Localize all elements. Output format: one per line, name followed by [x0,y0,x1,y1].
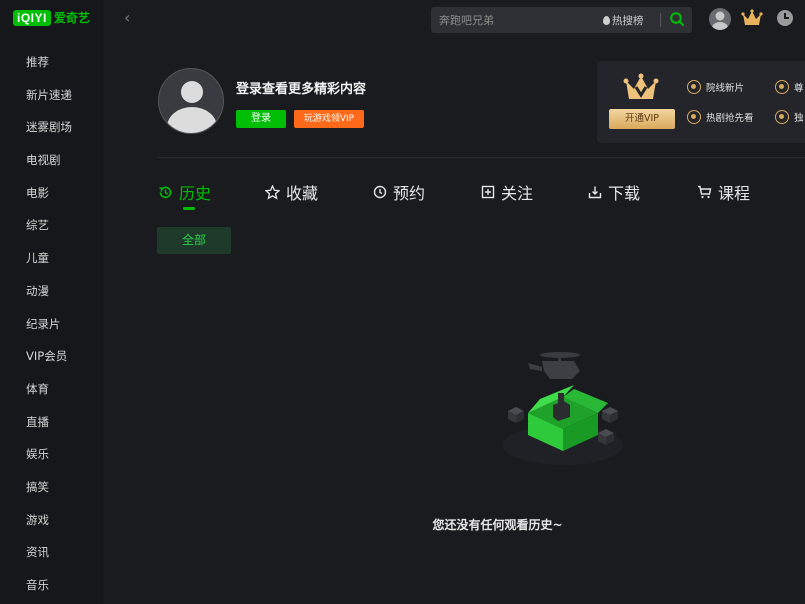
sidebar-item-news[interactable]: 资讯 [0,536,103,569]
login-prompt: 登录查看更多精彩内容 [236,82,367,97]
sidebar-item-mist-theater[interactable]: 迷雾剧场 [0,111,103,144]
exclusive-icon [775,110,789,124]
history-clock-icon[interactable] [777,10,793,26]
sidebar-item-sports[interactable]: 体育 [0,373,103,406]
sidebar-item-music[interactable]: 音乐 [0,569,103,602]
back-arrow-icon[interactable]: ‹ [124,8,130,27]
history-icon [159,186,172,198]
follow-icon [481,185,495,199]
search-divider [660,13,661,27]
tab-favorites-label: 收藏 [286,184,319,203]
search-input[interactable] [439,13,599,27]
tab-history-label: 历史 [179,184,212,203]
crown-badge-icon [775,80,789,94]
logo-mark: iQIYI [13,9,51,26]
vip-crown-icon[interactable] [741,9,763,27]
perk-label: 院线新片 [706,83,745,94]
sidebar-item-vip[interactable]: VIP会员 [0,340,103,373]
vip-panel: 开通VIP 院线新片 热剧抢先看 尊 独 [597,61,805,143]
perk-premium[interactable]: 尊 [775,80,804,94]
active-tab-indicator [183,207,195,210]
fire-icon [687,110,701,124]
sidebar-item-documentary[interactable]: 纪录片 [0,308,103,341]
login-button[interactable]: 登录 [236,110,286,128]
open-vip-button[interactable]: 开通VIP [609,109,675,129]
tab-reservations[interactable]: 预约 [373,180,425,204]
flame-icon [603,16,610,25]
tab-reservations-label: 预约 [393,184,426,203]
perk-exclusive[interactable]: 独 [775,110,804,124]
user-avatar-icon[interactable] [709,8,731,30]
sidebar-item-new-releases[interactable]: 新片速递 [0,79,103,112]
sidebar: iQIYI 爱奇艺 推荐 新片速递 迷雾剧场 电视剧 电影 综艺 儿童 动漫 纪… [0,0,103,604]
clock-icon [373,185,387,199]
section-divider [157,157,805,158]
play-games-vip-button[interactable]: 玩游戏领VIP [294,110,364,128]
profile-avatar[interactable] [158,68,224,134]
download-icon [588,186,602,199]
film-icon [687,80,701,94]
tab-courses[interactable]: 课程 [697,180,750,204]
perk-label: 尊 [794,83,804,94]
sidebar-item-recommend[interactable]: 推荐 [0,46,103,79]
tab-following-label: 关注 [501,184,534,203]
tab-history[interactable]: 历史 [158,180,211,204]
sidebar-item-anime[interactable]: 动漫 [0,275,103,308]
sidebar-item-live[interactable]: 直播 [0,406,103,439]
tab-courses-label: 课程 [718,184,751,203]
sidebar-item-kids[interactable]: 儿童 [0,242,103,275]
perk-label: 热剧抢先看 [706,113,754,124]
hot-search-label: 热搜榜 [612,15,644,27]
tab-favorites[interactable]: 收藏 [265,180,318,204]
tab-downloads[interactable]: 下载 [588,180,640,204]
search-icon[interactable] [669,11,685,27]
vip-crown-large-icon [623,73,659,99]
perk-early-access[interactable]: 热剧抢先看 [687,110,754,124]
iqiyi-logo[interactable]: iQIYI 爱奇艺 [13,9,90,26]
tab-following[interactable]: 关注 [481,180,533,204]
search-bar: 热搜榜 [431,7,692,33]
cart-icon [698,185,712,199]
tab-downloads-label: 下载 [608,184,641,203]
sidebar-item-movies[interactable]: 电影 [0,177,103,210]
filter-all-button[interactable]: 全部 [157,227,231,254]
sidebar-item-comedy[interactable]: 搞笑 [0,471,103,504]
hot-search-link[interactable]: 热搜榜 [603,13,644,28]
empty-history-message: 您还没有任何观看历史~ [432,518,563,532]
sidebar-item-entertainment[interactable]: 娱乐 [0,438,103,471]
perk-cinema-new[interactable]: 院线新片 [687,80,744,94]
sidebar-item-tv[interactable]: 电视剧 [0,144,103,177]
star-icon [265,184,280,200]
empty-box-illustration [503,352,623,465]
sidebar-item-variety[interactable]: 综艺 [0,209,103,242]
logo-text: 爱奇艺 [53,11,90,25]
perk-label: 独 [794,113,804,124]
